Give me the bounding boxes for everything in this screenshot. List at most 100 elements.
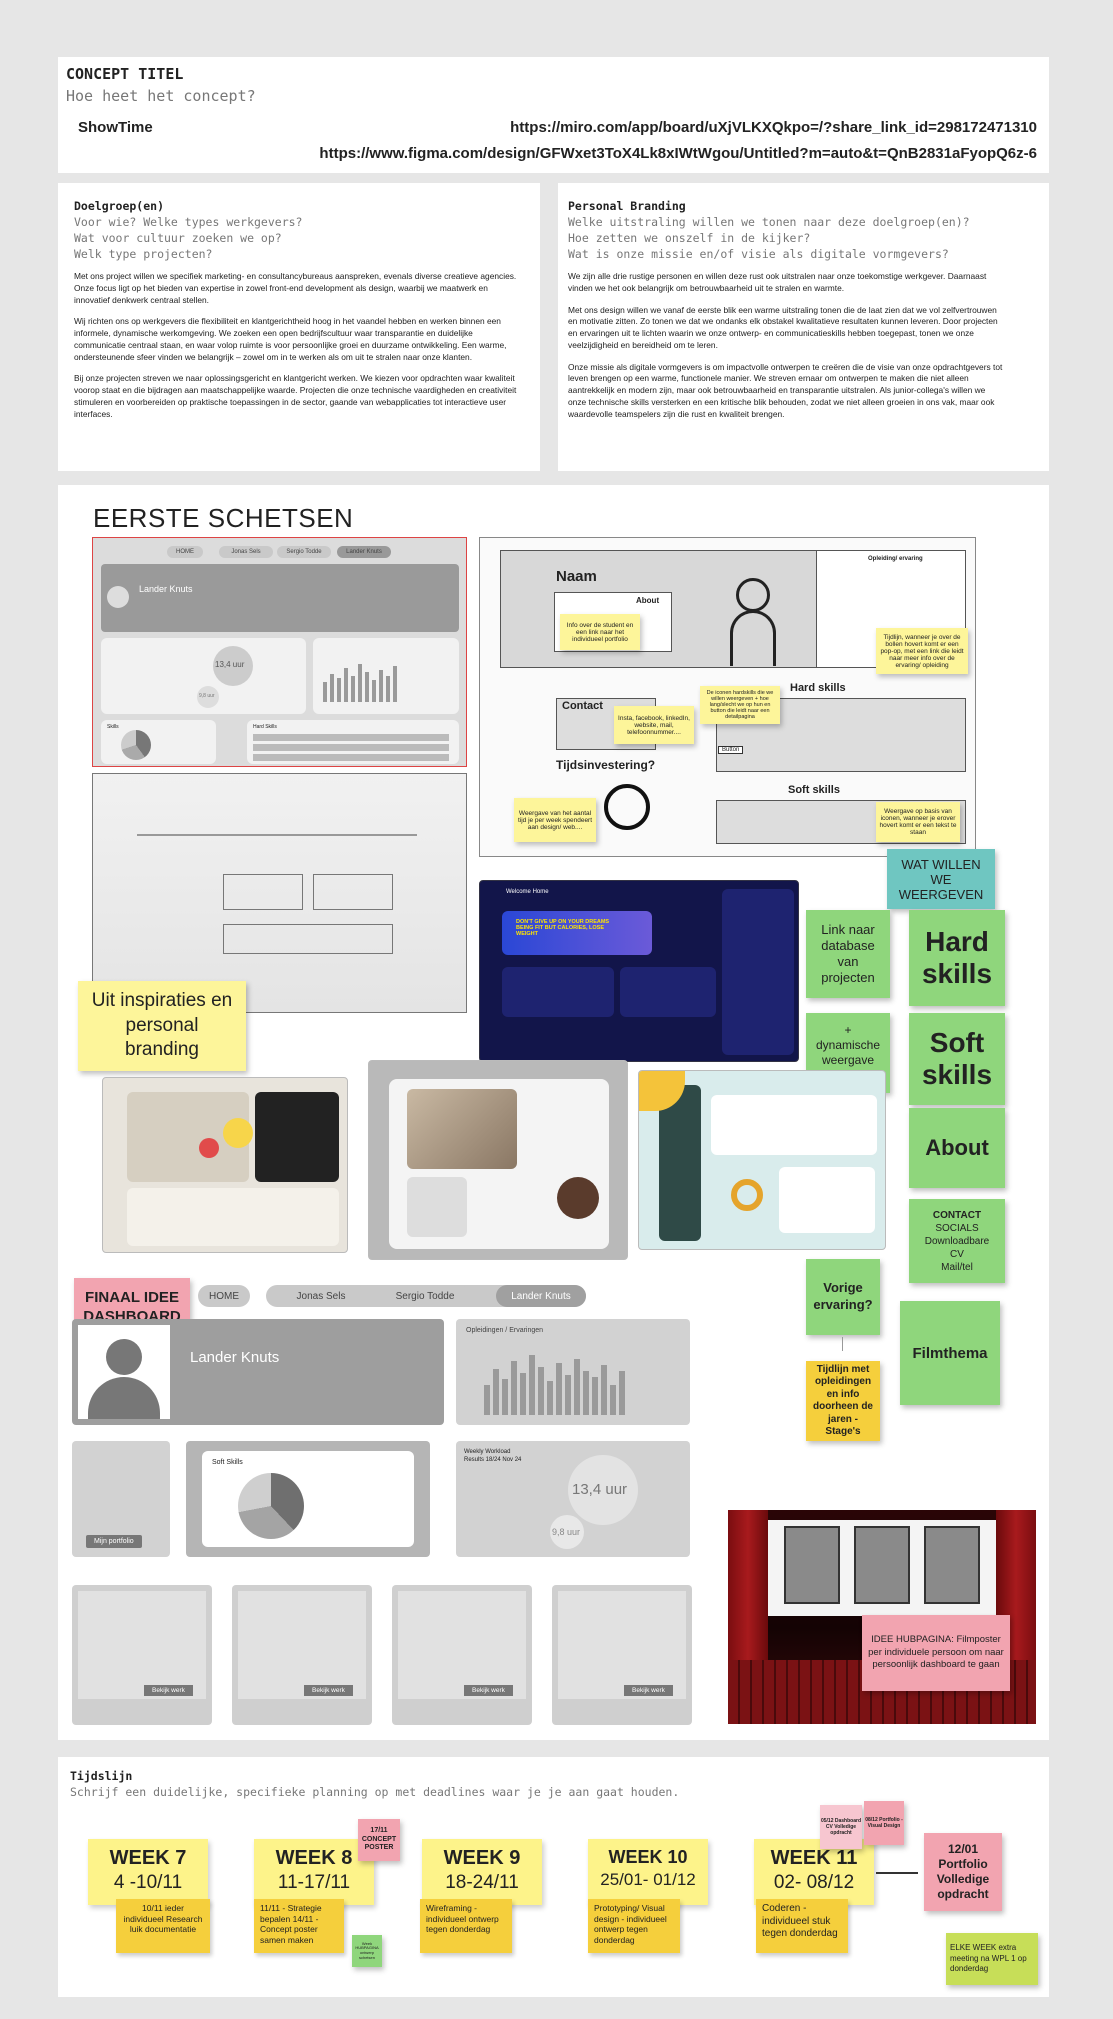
inspo3-donut	[731, 1179, 763, 1211]
sketch-clock	[604, 784, 650, 830]
note-wat-willen: WAT WILLEN WE WEERGEVEN	[887, 849, 995, 909]
paper-photo[interactable]	[92, 773, 467, 1013]
bar	[592, 1377, 598, 1415]
wire-tab-jonas[interactable]: Jonas Sels	[219, 546, 273, 558]
figma-link[interactable]: https://www.figma.com/design/GFWxet3ToX4…	[319, 145, 1037, 162]
bar	[358, 664, 362, 702]
week-8-concept-note: 17/11 CONCEPT POSTER	[358, 1819, 400, 1861]
inspo-thumb-3[interactable]	[638, 1070, 886, 1250]
inspo-thumb-1[interactable]	[102, 1077, 348, 1253]
week-8: WEEK 8 11-17/11	[254, 1839, 374, 1905]
bar	[337, 678, 341, 702]
bar	[511, 1361, 517, 1415]
week-9-note: Wireframing - individueel ontwerp tegen …	[420, 1899, 512, 1953]
pencil-sketch[interactable]: Naam About Opleiding/ ervaring Contact H…	[479, 537, 976, 857]
note-link-database: Link naar database van projecten	[806, 910, 890, 998]
avatar	[107, 586, 129, 608]
note-contact-item: Mail/tel	[941, 1261, 973, 1273]
inspo2-chair	[407, 1177, 467, 1237]
final-opl: Opleidingen / Ervaringen	[466, 1327, 544, 1334]
final-soft-inner: Soft Skills	[202, 1451, 414, 1547]
concept-name: ShowTime	[78, 119, 153, 136]
wire-tab-lander[interactable]: Lander Knuts	[337, 546, 391, 558]
person-body	[730, 610, 776, 666]
final-tab-jonas[interactable]: Jonas Sels	[276, 1285, 366, 1307]
week-9-dates: 18-24/11	[445, 1872, 519, 1893]
wire-hard-row	[253, 744, 449, 751]
sketches-heading: EERSTE SCHETSEN	[93, 503, 354, 533]
avatar-head	[106, 1339, 142, 1375]
bar	[493, 1369, 499, 1415]
bar	[379, 670, 383, 702]
final-avatar	[78, 1325, 170, 1419]
bar	[393, 666, 397, 702]
week-7-dates: 4 -10/11	[113, 1872, 183, 1893]
final-tab-home[interactable]: HOME	[198, 1285, 250, 1307]
week-10: WEEK 10 25/01- 01/12	[588, 1839, 708, 1905]
bekijk-werk-button[interactable]: Bekijk werk	[624, 1685, 673, 1696]
inspo-thumb-2[interactable]	[368, 1060, 628, 1260]
doelgroep-q3: Welk type projecten?	[74, 247, 213, 261]
week-9: WEEK 9 18-24/11	[422, 1839, 542, 1905]
timeline-panel: Tijdslijn Schrijf een duidelijke, specif…	[58, 1757, 1049, 1997]
week-10-dates: 25/01- 01/12	[600, 1870, 696, 1889]
pie-chart-icon	[238, 1473, 304, 1539]
project-card[interactable]: Bekijk werk	[392, 1585, 532, 1725]
bekijk-werk-button[interactable]: Bekijk werk	[304, 1685, 353, 1696]
bekijk-werk-button[interactable]: Bekijk werk	[464, 1685, 513, 1696]
inspo-chart	[620, 967, 716, 1017]
project-card[interactable]: Bekijk werk	[552, 1585, 692, 1725]
concept-panel: CONCEPT TITEL Hoe heet het concept? Show…	[58, 57, 1049, 173]
wire-hard-card: Hard Skills	[247, 720, 459, 764]
week-10-label: WEEK 10	[608, 1847, 688, 1867]
week-8-note: 11/11 - Strategie bepalen 14/11 - Concep…	[254, 1899, 344, 1953]
bar	[520, 1373, 526, 1415]
final-name: Lander Knuts	[190, 1349, 280, 1366]
final-soft: Soft Skills	[212, 1459, 243, 1466]
final-opl-card: Opleidingen / Ervaringen	[456, 1319, 690, 1425]
bar	[574, 1359, 580, 1415]
week-7-label: WEEK 7	[109, 1847, 187, 1869]
wire-hours2: 9,8 uur	[199, 693, 215, 699]
bar	[323, 682, 327, 702]
concept-title: CONCEPT TITEL	[66, 65, 184, 83]
inspo3-card	[711, 1095, 877, 1155]
wireframe-sketch[interactable]: HOME Jonas Sels Sergio Todde Lander Knut…	[92, 537, 467, 767]
note-soft: Weergave op basis van iconen, wanneer je…	[876, 802, 960, 842]
inspo3-area	[779, 1167, 875, 1233]
wire-tab-home[interactable]: HOME	[167, 546, 203, 558]
note-inspiratie: Uit inspiraties en personal branding	[78, 981, 246, 1071]
week-8-label: WEEK 8	[275, 1847, 353, 1869]
bar	[344, 668, 348, 702]
sketch-naam: Naam	[556, 568, 597, 585]
sketch-soft: Soft skills	[788, 784, 840, 796]
miro-link[interactable]: https://miro.com/app/board/uXjVLKXQkpo=/…	[510, 119, 1037, 136]
wire-tab-sergio[interactable]: Sergio Todde	[277, 546, 331, 558]
final-contact-card: Mijn portfolio	[72, 1441, 170, 1557]
week-11-note: Coderen - individueel stuk tegen donderd…	[756, 1899, 848, 1953]
wire-skills-card: Skills	[101, 720, 216, 764]
doelgroep-q1: Voor wie? Welke types werkgevers?	[74, 215, 303, 229]
inspo-promo: DON'T GIVE UP ON YOUR DREAMS BEING FIT B…	[516, 919, 610, 937]
final-tab-sergio[interactable]: Sergio Todde	[380, 1285, 470, 1307]
wire-profile-card: Lander Knuts	[101, 564, 459, 632]
inspo1-dark	[255, 1092, 339, 1182]
sketch-hard: Hard skills	[790, 682, 846, 694]
doelgroep-p1: Met ons project willen we specifiek mark…	[74, 271, 517, 305]
bekijk-werk-button[interactable]: Bekijk werk	[144, 1685, 193, 1696]
final-tab-lander[interactable]: Lander Knuts	[496, 1285, 586, 1307]
bar	[386, 676, 390, 702]
note-contact-item: Downloadbare CV	[924, 1235, 990, 1260]
bar	[330, 674, 334, 702]
project-card-image	[558, 1591, 686, 1699]
project-card[interactable]: Bekijk werk	[72, 1585, 212, 1725]
note-time: Weergave van het aantal tijd je per week…	[514, 798, 596, 842]
week-9-label: WEEK 9	[443, 1847, 521, 1869]
wire-name: Lander Knuts	[139, 584, 193, 594]
note-soft-skills: Soft skills	[909, 1013, 1005, 1105]
portfolio-button[interactable]: Mijn portfolio	[86, 1535, 142, 1548]
paper-box	[223, 874, 303, 910]
dashboard-inspo-dark[interactable]: Welcome Home DON'T GIVE UP ON YOUR DREAM…	[479, 880, 799, 1062]
project-card[interactable]: Bekijk werk	[232, 1585, 372, 1725]
bar	[601, 1365, 607, 1415]
